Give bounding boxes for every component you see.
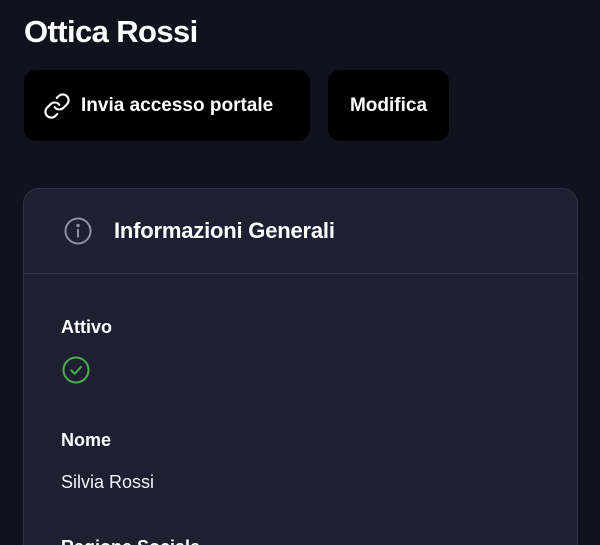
field-label-ragione-sociale: Ragione Sociale: [61, 536, 200, 545]
client-detail-page: Ottica Rossi Invia accesso portale Modif…: [0, 0, 600, 545]
field-ragione-sociale: Ragione Sociale: [61, 536, 200, 545]
send-portal-access-label: Invia accesso portale: [81, 94, 274, 116]
link-icon: [43, 92, 71, 120]
send-portal-access-button[interactable]: Invia accesso portale: [24, 70, 310, 141]
field-label-nome: Nome: [61, 430, 112, 450]
card-title: Informazioni Generali: [114, 218, 335, 243]
check-circle-icon: [61, 355, 91, 385]
info-icon: [63, 216, 93, 246]
edit-button[interactable]: Modifica: [328, 70, 449, 141]
field-value-nome: Silvia Rossi: [61, 472, 155, 492]
general-info-card: Informazioni Generali Attivo Nome Silvia…: [23, 188, 578, 545]
edit-button-label: Modifica: [349, 94, 428, 116]
card-header: Informazioni Generali: [24, 189, 577, 274]
page-title: Ottica Rossi: [24, 14, 198, 49]
action-bar: Invia accesso portale Modifica: [24, 70, 449, 141]
field-attivo: Attivo: [61, 316, 112, 385]
field-nome: Nome Silvia Rossi: [61, 429, 154, 493]
field-label-attivo: Attivo: [61, 317, 112, 337]
